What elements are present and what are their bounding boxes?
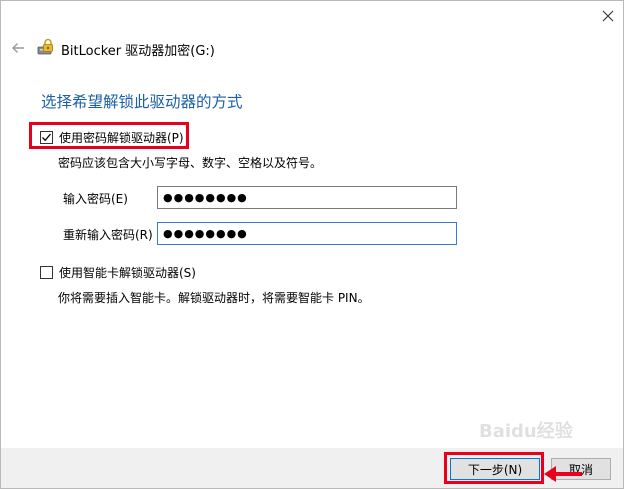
watermark: Baidu经验 bbox=[479, 421, 573, 442]
back-button[interactable] bbox=[9, 39, 27, 57]
enter-password-label: 输入密码(E) bbox=[63, 192, 128, 206]
bitlocker-dialog: BitLocker 驱动器加密(G:) 选择希望解锁此驱动器的方式 使用密码解锁… bbox=[0, 0, 624, 489]
red-arrow-icon bbox=[544, 466, 582, 482]
bitlocker-drive-icon bbox=[37, 38, 53, 55]
checkmark-icon bbox=[42, 133, 51, 142]
enter-password-input[interactable] bbox=[157, 186, 457, 209]
close-icon bbox=[602, 10, 614, 22]
page-heading: 选择希望解锁此驱动器的方式 bbox=[41, 93, 243, 111]
next-button[interactable]: 下一步(N) bbox=[450, 458, 540, 480]
back-arrow-icon bbox=[12, 43, 24, 53]
window-title: BitLocker 驱动器加密(G:) bbox=[61, 44, 215, 59]
smartcard-option-label: 使用智能卡解锁驱动器(S) bbox=[59, 266, 196, 280]
smartcard-note: 你将需要插入智能卡。解锁驱动器时，将需要智能卡 PIN。 bbox=[58, 291, 370, 305]
password-requirements-note: 密码应该包含大小写字母、数字、空格以及符号。 bbox=[58, 156, 323, 170]
reenter-password-input[interactable] bbox=[157, 222, 457, 245]
smartcard-checkbox[interactable] bbox=[40, 266, 53, 279]
dialog-footer: 下一步(N) 取消 bbox=[1, 448, 623, 488]
close-button[interactable] bbox=[597, 5, 619, 27]
password-checkbox[interactable] bbox=[40, 131, 53, 144]
password-option-label: 使用密码解锁驱动器(P) bbox=[59, 131, 184, 145]
reenter-password-label: 重新输入密码(R) bbox=[63, 228, 153, 242]
password-option[interactable]: 使用密码解锁驱动器(P) bbox=[40, 129, 184, 146]
smartcard-option[interactable]: 使用智能卡解锁驱动器(S) bbox=[40, 264, 196, 281]
